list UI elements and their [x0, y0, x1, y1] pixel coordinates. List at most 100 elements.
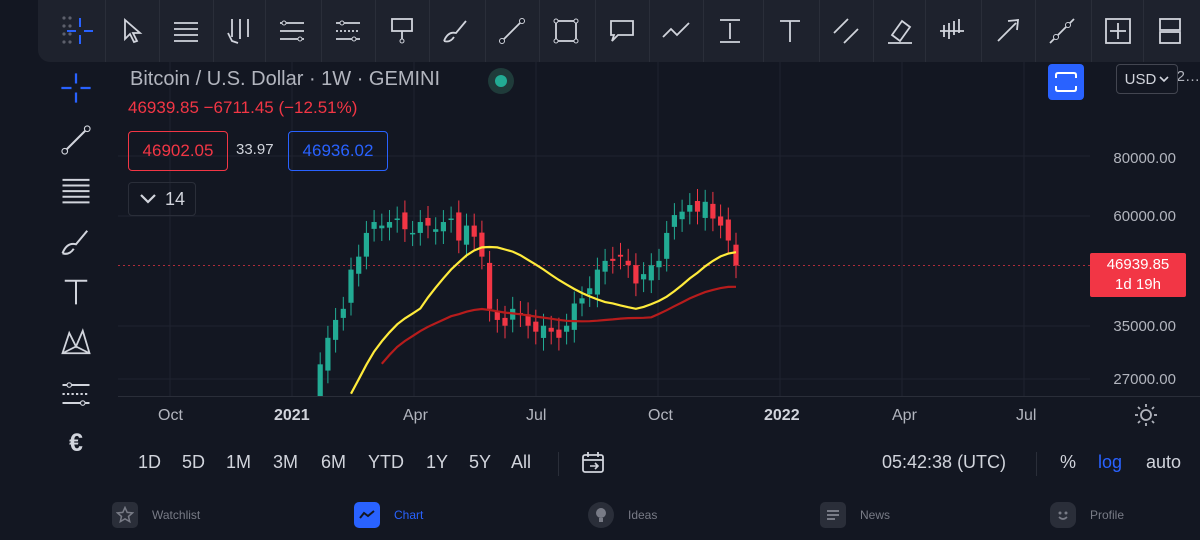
buy-button[interactable]: 46936.02 — [288, 131, 388, 171]
y-label-60000: 60000.00 — [1113, 208, 1176, 225]
candle-body — [325, 337, 331, 371]
range-5d[interactable]: 5D — [182, 452, 205, 473]
candle-body — [610, 258, 616, 261]
nav-watchlist[interactable]: Watchlist — [112, 502, 200, 528]
candle-body — [433, 229, 439, 232]
measure-box-icon — [1105, 18, 1131, 44]
indicators-toggle[interactable]: 14 — [128, 182, 196, 216]
fib-channel-tool[interactable] — [54, 374, 98, 414]
log-scale-toggle[interactable]: log — [1098, 452, 1122, 473]
callout-tool[interactable] — [600, 12, 644, 50]
fib-channel-icon — [336, 20, 360, 42]
fib-channel-tool[interactable] — [326, 12, 370, 50]
toolbar-divider — [595, 0, 596, 62]
range-1d[interactable]: 1D — [138, 452, 161, 473]
range-1m[interactable]: 1M — [226, 452, 251, 473]
range-all[interactable]: All — [511, 452, 531, 473]
cursor-tool[interactable] — [110, 12, 154, 50]
symbol-title[interactable]: Bitcoin / U.S. Dollar · 1W · GEMINI — [130, 68, 440, 91]
highlighter-tool[interactable] — [878, 12, 922, 50]
trend-line-tool[interactable] — [54, 120, 98, 160]
ray-tool[interactable] — [1040, 12, 1084, 50]
toolbar-divider — [485, 0, 486, 62]
crosshair-tool[interactable] — [54, 68, 98, 108]
candle-body — [587, 288, 593, 295]
clock-timezone[interactable]: 05:42:38 (UTC) — [882, 452, 1006, 473]
svg-text:€: € — [69, 430, 83, 457]
toolbar-divider — [763, 0, 764, 62]
bars-pattern-tool[interactable] — [930, 12, 974, 50]
toolbar-divider — [375, 0, 376, 62]
candle-body — [340, 308, 346, 318]
candle-body — [718, 216, 724, 226]
trend-line-tool[interactable] — [490, 12, 534, 50]
price-range-tool[interactable] — [708, 12, 752, 50]
candle-body — [448, 218, 454, 221]
toolbar-divider — [265, 0, 266, 62]
long-position-tool[interactable] — [1148, 12, 1192, 50]
candle-body — [440, 222, 446, 232]
time-axis[interactable]: Oct 2021 Apr Jul Oct 2022 Apr Jul — [118, 396, 1200, 435]
candle-body — [417, 222, 423, 233]
fib-channel-icon — [62, 382, 90, 406]
arrow-tool[interactable] — [986, 12, 1030, 50]
pattern-tool[interactable] — [54, 322, 98, 362]
range-6m[interactable]: 6M — [321, 452, 346, 473]
candle-body — [379, 225, 385, 229]
toolbar-divider — [1035, 0, 1036, 62]
measure-box-tool[interactable] — [1096, 12, 1140, 50]
x-label: Oct — [648, 407, 673, 424]
crosshair-tool[interactable] — [58, 12, 102, 50]
toolbar-divider — [539, 0, 540, 62]
percent-scale-toggle[interactable]: % — [1060, 452, 1076, 473]
divider — [1036, 452, 1037, 476]
fib-lines-tool[interactable] — [54, 170, 98, 210]
nav-ideas[interactable]: Ideas — [588, 502, 657, 528]
trend-line-icon — [61, 125, 91, 155]
candle-body — [671, 215, 677, 227]
nav-profile[interactable]: Profile — [1050, 502, 1124, 528]
sell-button[interactable]: 46902.05 — [128, 131, 228, 171]
nav-chart[interactable]: Chart — [354, 502, 423, 528]
bar-countdown: 1d 19h — [1115, 276, 1161, 293]
candle-body — [617, 254, 624, 257]
range-ytd[interactable]: YTD — [368, 452, 404, 473]
candle-body — [548, 327, 554, 332]
candle-body — [471, 225, 477, 237]
candle-body — [402, 212, 408, 230]
text-tool[interactable] — [54, 272, 98, 312]
toolbar-divider — [981, 0, 982, 62]
highlighter-icon — [888, 19, 912, 44]
horizontal-lines-tool[interactable] — [164, 12, 208, 50]
currency-select[interactable]: USD — [1116, 64, 1178, 94]
toolbar-divider — [213, 0, 214, 62]
nav-label: Ideas — [628, 508, 658, 522]
candle-body — [571, 303, 577, 330]
path-tool[interactable] — [654, 12, 698, 50]
pattern-icon — [61, 328, 91, 355]
brush-tool[interactable] — [54, 222, 98, 262]
chevron-down-icon — [140, 194, 156, 204]
brush-tool[interactable] — [434, 12, 478, 50]
candle-body — [633, 265, 639, 284]
euro-tool[interactable]: € — [54, 422, 98, 462]
nav-news[interactable]: News — [820, 502, 890, 528]
settings-icon[interactable] — [1134, 403, 1158, 427]
fullscreen-button[interactable] — [1048, 64, 1084, 100]
range-5y[interactable]: 5Y — [469, 452, 491, 473]
pitchfork-tool[interactable] — [218, 12, 262, 50]
auto-scale-toggle[interactable]: auto — [1146, 452, 1181, 473]
chart-icon — [354, 502, 380, 528]
candle-body — [687, 205, 693, 212]
text-tool[interactable] — [768, 12, 812, 50]
x-label: Jul — [526, 407, 547, 424]
candle-body — [348, 269, 354, 303]
fib-retracement-tool[interactable] — [270, 12, 314, 50]
pin-tool[interactable] — [380, 12, 424, 50]
parallel-channel-tool[interactable] — [824, 12, 868, 50]
rectangle-tool[interactable] — [544, 12, 588, 50]
range-3m[interactable]: 3M — [273, 452, 298, 473]
candle-body — [602, 260, 608, 272]
goto-date-icon[interactable] — [580, 450, 606, 476]
range-1y[interactable]: 1Y — [426, 452, 448, 473]
